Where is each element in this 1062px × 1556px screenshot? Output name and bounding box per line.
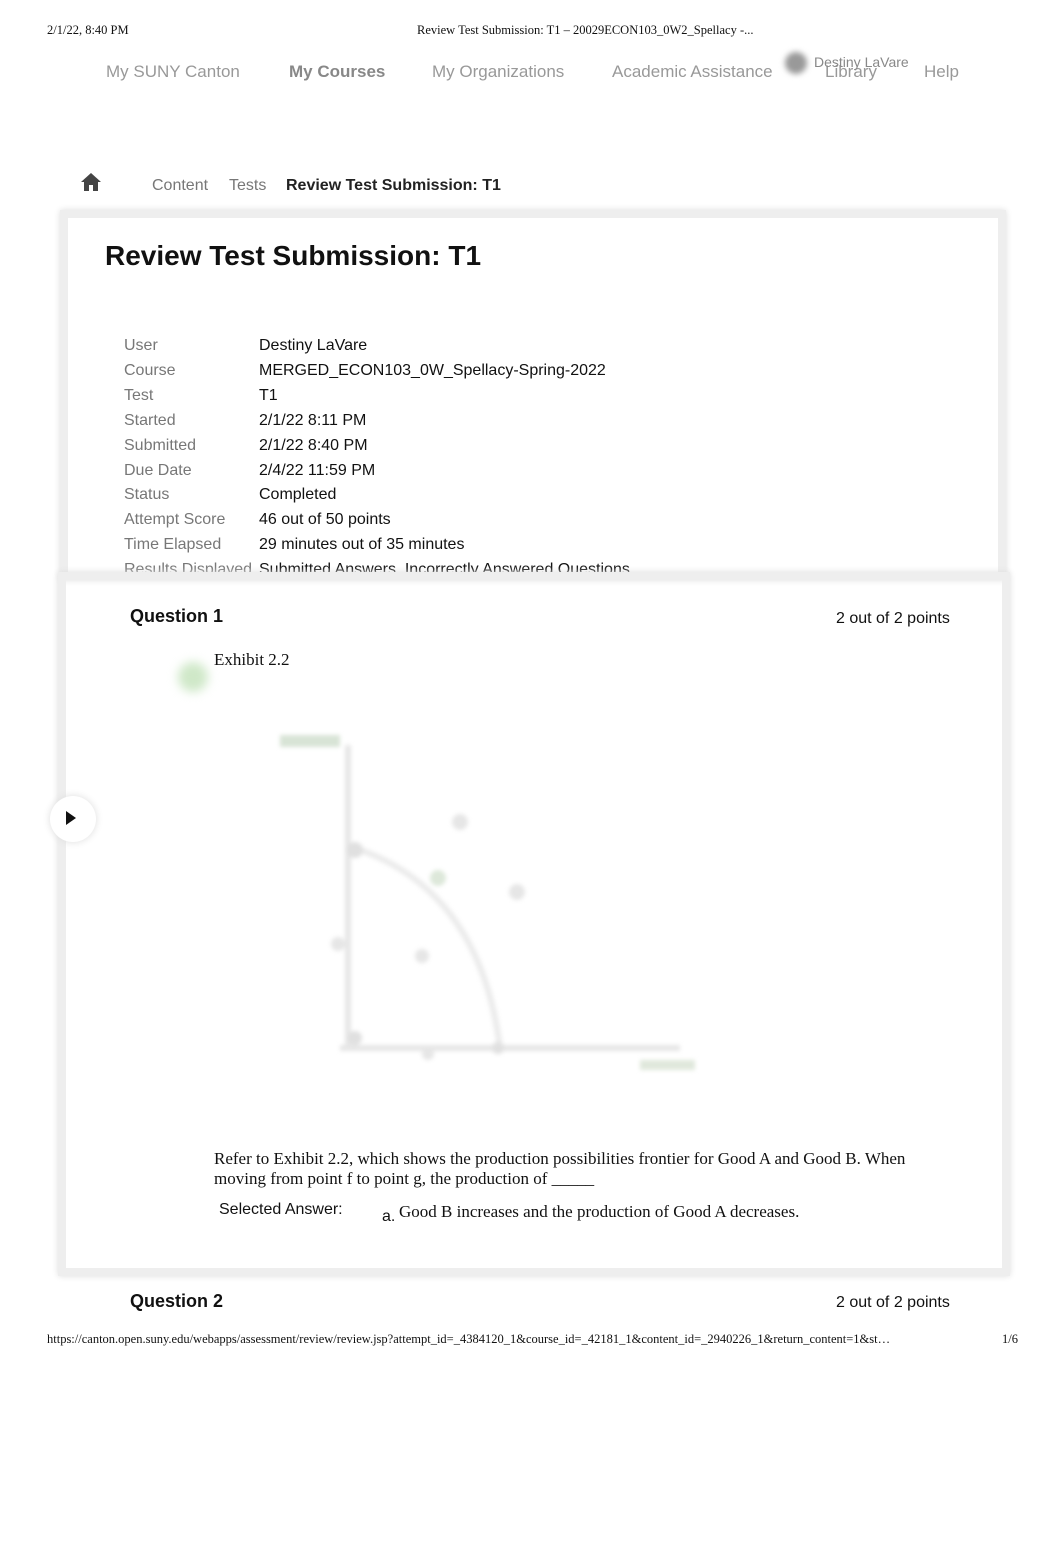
question-1-points: 2 out of 2 points [836, 610, 950, 627]
detail-label: Course [124, 361, 176, 379]
exhibit-label: Exhibit 2.2 [214, 650, 290, 669]
point [422, 1048, 434, 1060]
user-name[interactable]: Destiny LaVare [814, 54, 909, 70]
y-axis-label [280, 735, 340, 747]
detail-label: Attempt Score [124, 511, 226, 529]
point [452, 814, 468, 830]
detail-row: Started 2/1/22 8:11 PM [124, 409, 630, 434]
question-1-title: Question 1 [130, 606, 224, 626]
detail-value: 46 out of 50 points [259, 511, 391, 529]
detail-row: Test T1 [124, 384, 630, 409]
detail-row: Course MERGED_ECON103_0W_Spellacy-Spring-… [124, 359, 630, 384]
detail-row: Due Date 2/4/22 11:59 PM [124, 459, 630, 484]
point [348, 1031, 362, 1045]
detail-label: Started [124, 411, 176, 429]
detail-row: Status Completed [124, 483, 630, 508]
detail-value: T1 [259, 386, 278, 404]
breadcrumb-content[interactable]: Content [152, 177, 208, 195]
detail-value: MERGED_ECON103_0W_Spellacy-Spring-2022 [259, 361, 606, 379]
nav-help[interactable]: Help [924, 62, 959, 82]
ppf-curve [354, 845, 503, 1049]
detail-label: Time Elapsed [124, 536, 222, 554]
nav-academic-assistance[interactable]: Academic Assistance [612, 62, 773, 82]
point [347, 842, 363, 858]
detail-value: 2/4/22 11:59 PM [259, 461, 376, 479]
detail-label: Submitted [124, 436, 197, 454]
selected-answer-label: Selected Answer: [219, 1201, 343, 1218]
detail-value: 2/1/22 8:40 PM [259, 436, 368, 454]
print-footer-url: https://canton.open.suny.edu/webapps/ass… [47, 1332, 891, 1346]
print-title: Review Test Submission: T1 – 20029ECON10… [417, 23, 754, 37]
play-icon [66, 811, 76, 825]
nav-my-organizations[interactable]: My Organizations [432, 62, 564, 82]
play-button[interactable] [50, 796, 96, 842]
detail-row: User Destiny LaVare [124, 334, 630, 359]
detail-label: Due Date [124, 461, 192, 479]
detail-row: Time Elapsed 29 minutes out of 35 minutes [124, 533, 630, 558]
nav-my-suny-canton[interactable]: My SUNY Canton [106, 62, 240, 82]
point [492, 1042, 504, 1054]
question-2-title: Question 2 [130, 1291, 224, 1311]
point [415, 949, 429, 963]
point [509, 884, 525, 900]
breadcrumb-current: Review Test Submission: T1 [286, 177, 501, 194]
detail-value: 2/1/22 8:11 PM [259, 411, 367, 429]
page-title: Review Test Submission: T1 [105, 240, 482, 271]
avatar[interactable] [785, 52, 807, 74]
correct-icon [178, 662, 208, 692]
detail-label: Test [124, 386, 154, 404]
detail-row: Submitted 2/1/22 8:40 PM [124, 434, 630, 459]
exhibit-ppf-graph [280, 735, 695, 1070]
detail-label: User [124, 337, 158, 354]
question-1-text: Refer to Exhibit 2.2, which shows the pr… [214, 1149, 906, 1188]
detail-value: Destiny LaVare [259, 337, 368, 354]
selected-answer: Good B increases and the production of G… [399, 1202, 800, 1221]
home-icon[interactable] [80, 172, 102, 192]
point [430, 870, 446, 886]
detail-value: 29 minutes out of 35 minutes [259, 536, 465, 554]
detail-row: Attempt Score 46 out of 50 points [124, 508, 630, 533]
submission-details: User Destiny LaVare Course MERGED_ECON103_0… [124, 334, 630, 583]
print-datetime: 2/1/22, 8:40 PM [47, 23, 129, 37]
nav-my-courses[interactable]: My Courses [289, 62, 385, 82]
x-axis-label [640, 1060, 695, 1070]
point [331, 937, 345, 951]
breadcrumb-tests[interactable]: Tests [229, 177, 266, 195]
detail-label: Status [124, 486, 170, 504]
question-2-points: 2 out of 2 points [836, 1294, 950, 1311]
detail-value: Completed [259, 486, 337, 504]
answer-letter: a. [382, 1208, 396, 1225]
page-number: 1/6 [1002, 1332, 1018, 1346]
